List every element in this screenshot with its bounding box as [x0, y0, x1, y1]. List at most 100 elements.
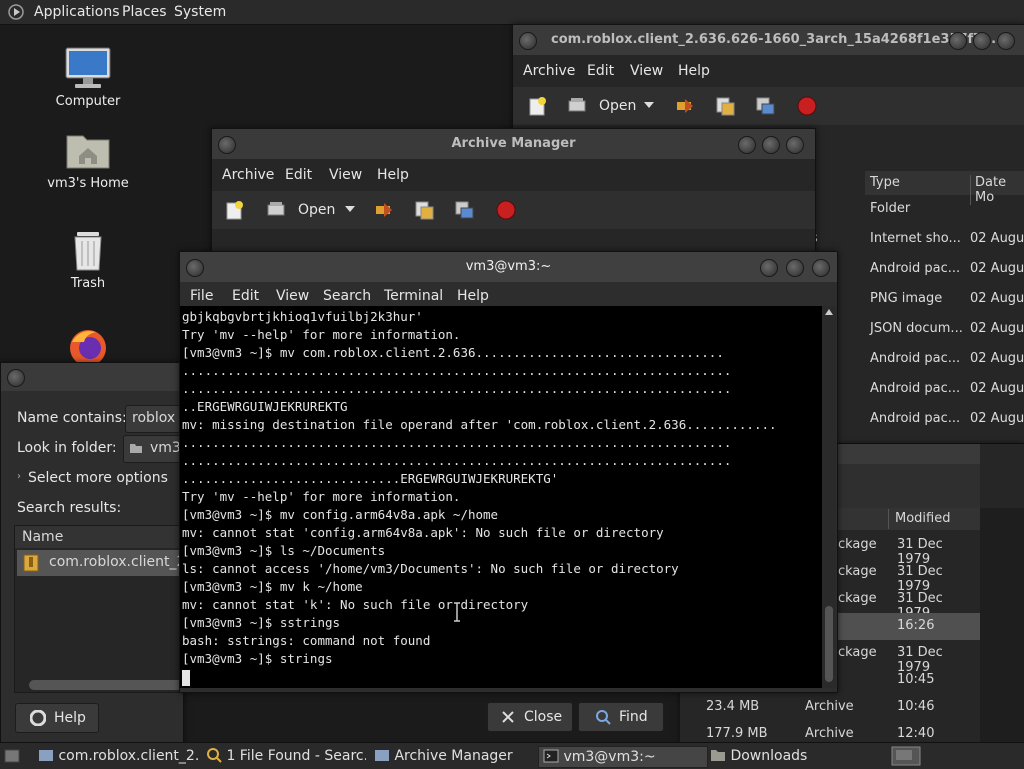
title-bar[interactable]: [1, 363, 183, 391]
firefox-icon[interactable]: [66, 326, 112, 366]
stop-icon[interactable]: [797, 96, 817, 116]
add-files-icon[interactable]: [414, 200, 434, 220]
menu-edit[interactable]: Edit: [285, 167, 312, 183]
chevron-down-icon[interactable]: [344, 203, 364, 223]
taskbar-item-search[interactable]: 1 File Found - Searc...: [206, 746, 366, 766]
menu-edit[interactable]: Edit: [232, 288, 259, 304]
list-row[interactable]: 23.4 MB Archive 10:46: [680, 694, 980, 721]
maximize-button[interactable]: [762, 136, 780, 154]
window-title: vm3@vm3:~: [465, 259, 552, 274]
taskbar-item-roblox-archive[interactable]: com.roblox.client_2....: [38, 746, 200, 766]
window-menu-button[interactable]: [186, 259, 204, 277]
list-item[interactable]: Internet sho...02 August: [865, 225, 1024, 255]
scrollbar[interactable]: [980, 508, 1024, 742]
distro-logo-icon[interactable]: [8, 4, 24, 20]
minimize-button[interactable]: [760, 259, 778, 277]
list-item[interactable]: Android pac...02 August: [865, 345, 1024, 375]
minimize-button[interactable]: [738, 136, 756, 154]
list-row[interactable]: ackage31 Dec 1979: [828, 532, 980, 567]
list-row[interactable]: 177.9 MB Archive 12:40: [680, 721, 980, 742]
find-button[interactable]: Find: [578, 702, 664, 732]
menu-archive[interactable]: Archive: [523, 63, 575, 79]
open-button[interactable]: Open: [599, 98, 636, 114]
menu-help[interactable]: Help: [678, 63, 710, 79]
menu-view[interactable]: View: [329, 167, 362, 183]
menu-terminal[interactable]: Terminal: [384, 288, 443, 304]
add-files-icon[interactable]: [715, 96, 735, 116]
list-row[interactable]: ackage31 Dec 1979: [828, 586, 980, 621]
window-menu-button[interactable]: [218, 136, 236, 154]
extract-icon[interactable]: [374, 200, 394, 220]
close-button[interactable]: [997, 32, 1015, 50]
title-bar[interactable]: com.roblox.client_2.636.626-1660_3arch_1…: [513, 25, 1024, 55]
open-archive-icon[interactable]: [266, 200, 286, 220]
show-desktop-icon[interactable]: [4, 748, 20, 764]
list-item[interactable]: Android pac...02 August: [865, 405, 1024, 435]
stop-icon[interactable]: [496, 200, 516, 220]
scrollbar-thumb[interactable]: [825, 606, 833, 682]
places-menu[interactable]: Places: [122, 4, 167, 20]
type-column-header[interactable]: Type: [870, 175, 900, 190]
list-item[interactable]: PNG image02 August: [865, 285, 1024, 315]
help-button[interactable]: Help: [15, 703, 99, 733]
result-row[interactable]: com.roblox.client_2.6: [17, 550, 199, 576]
menu-view[interactable]: View: [276, 288, 309, 304]
menu-help[interactable]: Help: [457, 288, 489, 304]
name-contains-input[interactable]: roblox: [125, 405, 184, 433]
menu-bar: File Edit View Search Terminal Help: [180, 284, 837, 308]
toolbar: Open: [513, 87, 1024, 125]
applications-menu[interactable]: Applications: [34, 4, 120, 20]
title-bar[interactable]: Archive Manager: [212, 129, 815, 159]
menu-archive[interactable]: Archive: [222, 167, 274, 183]
extract-icon[interactable]: [675, 96, 695, 116]
open-button[interactable]: Open: [298, 202, 335, 218]
menu-search[interactable]: Search: [323, 288, 371, 304]
close-button[interactable]: [786, 136, 804, 154]
window-menu-button[interactable]: [7, 369, 25, 387]
close-button[interactable]: [812, 259, 830, 277]
maximize-button[interactable]: [973, 32, 991, 50]
workspace-switcher-icon[interactable]: [890, 745, 924, 767]
list-item[interactable]: Android pac...02 August: [865, 255, 1024, 285]
window-menu-button[interactable]: [519, 32, 537, 50]
maximize-button[interactable]: [786, 259, 804, 277]
menu-view[interactable]: View: [630, 63, 663, 79]
taskbar-item-terminal[interactable]: vm3@vm3:~: [538, 746, 708, 768]
list-row-selected[interactable]: 16:26: [828, 613, 980, 640]
select-more-options[interactable]: Select more options: [28, 470, 168, 486]
taskbar-item-archive-manager[interactable]: Archive Manager: [374, 746, 534, 766]
add-folder-icon[interactable]: [755, 96, 775, 116]
desktop-trash[interactable]: Trash: [38, 228, 138, 291]
list-row[interactable]: ackage31 Dec 1979: [828, 559, 980, 594]
menu-file[interactable]: File: [190, 288, 213, 304]
window-title: Archive Manager: [451, 136, 576, 151]
minimize-button[interactable]: [949, 32, 967, 50]
new-archive-icon[interactable]: [224, 200, 244, 220]
add-folder-icon[interactable]: [454, 200, 474, 220]
list-item[interactable]: JSON docum...02 August: [865, 315, 1024, 345]
horizontal-scrollbar[interactable]: [29, 680, 184, 690]
title-bar[interactable]: vm3@vm3:~: [180, 252, 837, 282]
desktop-home[interactable]: vm3's Home: [38, 128, 138, 191]
list-item[interactable]: Android pac...02 August: [865, 375, 1024, 405]
new-archive-icon[interactable]: [527, 96, 547, 116]
vertical-scrollbar[interactable]: [822, 306, 836, 688]
search-dialog: Name contains: roblox Look in folder: vm…: [0, 362, 199, 744]
list-item[interactable]: Folder: [865, 195, 1024, 225]
name-column-header[interactable]: Name: [22, 529, 63, 545]
terminal-output[interactable]: gbjkqbgvbrtjkhioq1vfuilbj2k3hur' Try 'mv…: [180, 306, 822, 688]
scroll-up-icon[interactable]: [825, 309, 833, 315]
look-in-folder-select[interactable]: vm3: [123, 435, 184, 463]
list-row[interactable]: ackage31 Dec 1979: [828, 640, 980, 675]
list-row[interactable]: 10:45: [828, 667, 980, 694]
menu-edit[interactable]: Edit: [587, 63, 614, 79]
desktop-computer[interactable]: Computer: [38, 46, 138, 109]
taskbar-item-downloads[interactable]: Downloads: [710, 746, 880, 766]
close-button[interactable]: Close: [487, 702, 573, 732]
modified-column-header[interactable]: Modified: [888, 509, 950, 529]
chevron-down-icon[interactable]: [643, 99, 663, 119]
expander-arrow-icon[interactable]: ›: [17, 471, 21, 482]
system-menu[interactable]: System: [174, 4, 226, 20]
open-archive-icon[interactable]: [567, 96, 587, 116]
menu-help[interactable]: Help: [377, 167, 409, 183]
